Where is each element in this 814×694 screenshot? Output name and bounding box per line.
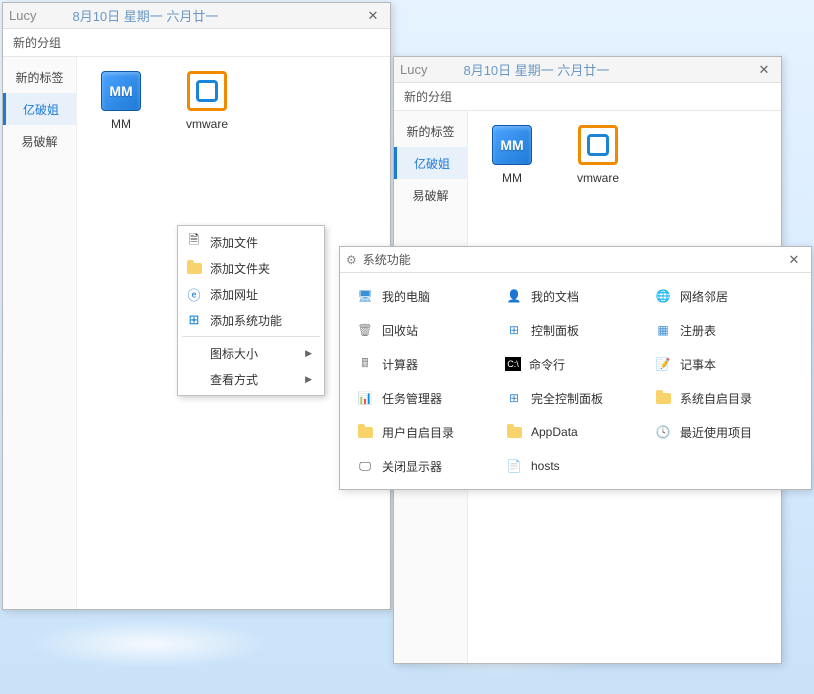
group-bar[interactable]: 新的分组 <box>394 83 781 111</box>
sidebar-item-1[interactable]: 亿破姐 <box>3 93 76 125</box>
registry-icon: ▦ <box>654 321 672 339</box>
mm-icon: MM <box>492 125 532 165</box>
date-label: 8月10日 星期一 六月廿一 <box>463 60 609 79</box>
folder-icon <box>356 423 374 441</box>
close-icon[interactable]: ✕ <box>362 5 384 27</box>
documents-icon: 👤 <box>505 287 523 305</box>
sys-recent[interactable]: 🕓最近使用项目 <box>654 421 795 443</box>
ctx-icon-size[interactable]: 图标大小 ▶ <box>178 340 324 366</box>
sidebar-item-0[interactable]: 新的标签 <box>3 61 76 93</box>
sys-calculator[interactable]: 🖩计算器 <box>356 353 497 375</box>
system-functions-window: ⚙ 系统功能 ✕ 🖥我的电脑 👤我的文档 🌐网络邻居 🗑回收站 ⊞控制面板 ▦注… <box>339 246 812 490</box>
sys-task-manager[interactable]: 📊任务管理器 <box>356 387 497 409</box>
sys-control-panel[interactable]: ⊞控制面板 <box>505 319 646 341</box>
calculator-icon: 🖩 <box>356 355 374 373</box>
sys-my-documents[interactable]: 👤我的文档 <box>505 285 646 307</box>
titlebar[interactable]: ⚙ 系统功能 ✕ <box>340 247 811 273</box>
recent-icon: 🕓 <box>654 423 672 441</box>
close-icon[interactable]: ✕ <box>753 59 775 81</box>
sys-recycle-bin[interactable]: 🗑回收站 <box>356 319 497 341</box>
sys-my-computer[interactable]: 🖥我的电脑 <box>356 285 497 307</box>
recycle-icon: 🗑 <box>356 321 374 339</box>
ctx-add-sys[interactable]: ⊞ 添加系统功能 <box>178 307 324 333</box>
sidebar-item-2[interactable]: 易破解 <box>3 125 76 157</box>
launcher-mm[interactable]: MM MM <box>482 125 542 185</box>
sys-network[interactable]: 🌐网络邻居 <box>654 285 795 307</box>
launcher-label: vmware <box>186 117 228 131</box>
launcher-vmware[interactable]: vmware <box>177 71 237 131</box>
sys-registry[interactable]: ▦注册表 <box>654 319 795 341</box>
sidebar: 新的标签 亿破姐 易破解 <box>3 57 77 609</box>
monitor-off-icon: 🖵 <box>356 457 374 475</box>
launcher-label: vmware <box>577 171 619 185</box>
ctx-add-url[interactable]: ⓔ 添加网址 <box>178 281 324 307</box>
notepad-icon: 📝 <box>654 355 672 373</box>
date-label: 8月10日 星期一 六月廿一 <box>72 6 218 25</box>
launcher-vmware[interactable]: vmware <box>568 125 628 185</box>
folder-icon <box>654 389 672 407</box>
app-title: Lucy <box>400 62 427 77</box>
sys-title: 系统功能 <box>363 251 411 268</box>
chevron-right-icon: ▶ <box>305 374 312 385</box>
sys-cmd[interactable]: C:\命令行 <box>505 353 646 375</box>
network-icon: 🌐 <box>654 287 672 305</box>
hosts-icon: 📄 <box>505 457 523 475</box>
titlebar[interactable]: Lucy 8月10日 星期一 六月廿一 ✕ <box>394 57 781 83</box>
windows-icon: ⊞ <box>186 312 202 328</box>
mm-icon: MM <box>101 71 141 111</box>
computer-icon: 🖥 <box>356 287 374 305</box>
vmware-icon <box>187 71 227 111</box>
titlebar[interactable]: Lucy 8月10日 星期一 六月廿一 ✕ <box>3 3 390 29</box>
launcher-label: MM <box>111 117 131 131</box>
launcher-label: MM <box>502 171 522 185</box>
group-label: 新的分组 <box>404 88 452 105</box>
ctx-view-mode[interactable]: 查看方式 ▶ <box>178 366 324 392</box>
sys-grid: 🖥我的电脑 👤我的文档 🌐网络邻居 🗑回收站 ⊞控制面板 ▦注册表 🖩计算器 C… <box>340 273 811 489</box>
sys-turn-off-display[interactable]: 🖵关闭显示器 <box>356 455 497 477</box>
sys-empty <box>654 455 795 477</box>
ie-icon: ⓔ <box>186 286 202 302</box>
sys-system-startup[interactable]: 系统自启目录 <box>654 387 795 409</box>
ctx-add-folder[interactable]: 添加文件夹 <box>178 255 324 281</box>
gear-icon: ⚙ <box>346 253 357 267</box>
app-title: Lucy <box>9 8 36 23</box>
sidebar-item-2[interactable]: 易破解 <box>394 179 467 211</box>
full-control-icon: ⊞ <box>505 389 523 407</box>
chevron-right-icon: ▶ <box>305 348 312 359</box>
control-panel-icon: ⊞ <box>505 321 523 339</box>
folder-icon <box>505 423 523 441</box>
launcher-mm[interactable]: MM MM <box>91 71 151 131</box>
cmd-icon: C:\ <box>505 357 521 371</box>
folder-icon <box>186 260 202 276</box>
group-label: 新的分组 <box>13 34 61 51</box>
close-icon[interactable]: ✕ <box>783 249 805 271</box>
vmware-icon <box>578 125 618 165</box>
context-menu: 🗎 添加文件 添加文件夹 ⓔ 添加网址 ⊞ 添加系统功能 图标大小 ▶ 查看方式… <box>177 225 325 396</box>
group-bar[interactable]: 新的分组 <box>3 29 390 57</box>
sidebar-item-0[interactable]: 新的标签 <box>394 115 467 147</box>
separator <box>182 336 320 337</box>
sidebar-item-1[interactable]: 亿破姐 <box>394 147 467 179</box>
sys-appdata[interactable]: AppData <box>505 421 646 443</box>
taskmgr-icon: 📊 <box>356 389 374 407</box>
ctx-add-file[interactable]: 🗎 添加文件 <box>178 229 324 255</box>
sys-hosts[interactable]: 📄hosts <box>505 455 646 477</box>
sys-full-control[interactable]: ⊞完全控制面板 <box>505 387 646 409</box>
sys-user-startup[interactable]: 用户自启目录 <box>356 421 497 443</box>
file-icon: 🗎 <box>186 234 202 250</box>
sys-notepad[interactable]: 📝记事本 <box>654 353 795 375</box>
